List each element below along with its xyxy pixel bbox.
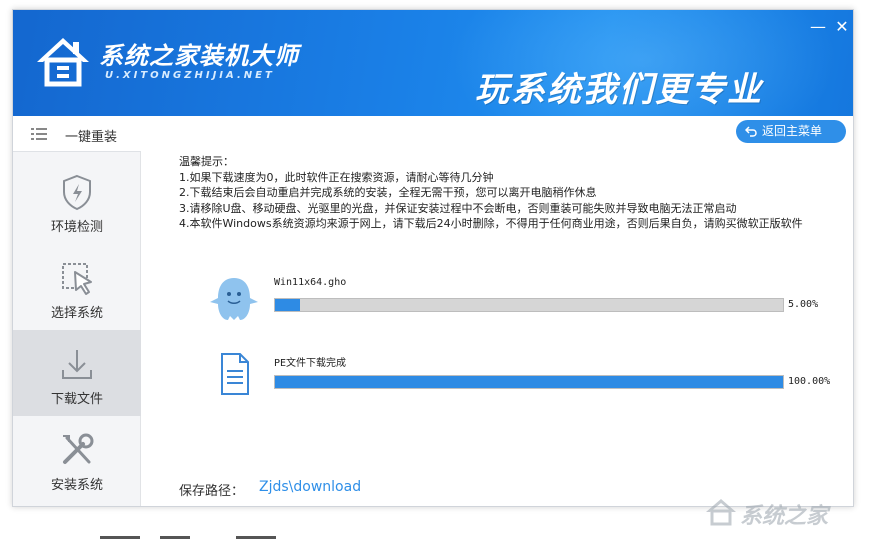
download-row-system-image: Win11x64.gho 5.00% (208, 272, 828, 332)
brand-url: U.XITONGZHIJIA.NET (105, 70, 275, 81)
document-icon (221, 353, 249, 395)
notice-box: 温馨提示： 1.如果下载速度为0，此时软件正在搜索资源，请耐心等待几分钟 2.下… (179, 154, 803, 232)
slogan: 玩系统我们更专业 (475, 70, 763, 110)
sidebar-item-label: 选择系统 (50, 306, 103, 321)
header-banner: 系统之家装机大师 U.XITONGZHIJIA.NET 玩系统我们更专业 — ✕ (13, 10, 853, 116)
brand-name: 系统之家装机大师 (99, 42, 299, 70)
sidebar-header-label: 一键重装 (65, 130, 118, 145)
back-arrow-icon (745, 126, 757, 137)
cursor-select-icon (62, 263, 92, 295)
sidebar-header[interactable]: 一键重装 (13, 116, 141, 152)
taskbar-strip (0, 530, 870, 544)
download-row-pe-file: PE文件下载完成 100.00% (208, 348, 831, 408)
menu-icon (31, 128, 47, 140)
sidebar-item-select-system[interactable]: 选择系统 (13, 244, 141, 330)
notice-line: 2.下载结束后会自动重启并完成系统的安装，全程无需干预，您可以离开电脑稍作休息 (179, 186, 597, 199)
progress-bar (274, 375, 784, 389)
sidebar: 一键重装 环境检测 选择系统 下载文件 安装系统 (13, 116, 141, 506)
minimize-button[interactable]: — (807, 16, 829, 38)
watermark-logo-icon (706, 499, 736, 526)
back-button-label: 返回主菜单 (762, 124, 823, 138)
installer-window: 系统之家装机大师 U.XITONGZHIJIA.NET 玩系统我们更专业 — ✕… (12, 9, 854, 507)
download-icon (62, 350, 92, 379)
save-path-label: 保存路径： (179, 484, 245, 499)
save-path-link[interactable]: Zjds\download (259, 479, 361, 495)
main-panel: 返回主菜单 温馨提示： 1.如果下载速度为0，此时软件正在搜索资源，请耐心等待几… (142, 116, 853, 506)
progress-bar (274, 298, 784, 312)
close-button[interactable]: ✕ (831, 16, 853, 38)
sidebar-item-env-check[interactable]: 环境检测 (13, 158, 141, 244)
notice-line: 3.请移除U盘、移动硬盘、光驱里的光盘，并保证安装过程中不会断电，否则重装可能失… (179, 201, 737, 215)
shield-icon (63, 174, 91, 211)
watermark-text: 系统之家 (740, 504, 829, 529)
tools-icon (63, 433, 94, 464)
sidebar-item-download-files[interactable]: 下载文件 (13, 330, 141, 416)
sidebar-item-label: 安装系统 (50, 478, 103, 493)
notice-title: 温馨提示： (179, 155, 234, 168)
notice-line: 4.本软件Windows系统资源均来源于网上，请下载后24小时删除，不得用于任何… (179, 217, 803, 230)
watermark: 系统之家 (700, 494, 860, 530)
sidebar-item-label: 下载文件 (50, 392, 103, 407)
file-name: Win11x64.gho (274, 277, 347, 288)
progress-fill (275, 376, 783, 388)
progress-fill (275, 299, 301, 311)
progress-percent: 5.00% (788, 299, 819, 310)
sidebar-item-install-system[interactable]: 安装系统 (13, 416, 141, 502)
sidebar-item-label: 环境检测 (50, 220, 103, 235)
back-to-menu-button[interactable]: 返回主菜单 (736, 120, 846, 143)
ghost-icon (210, 278, 258, 320)
file-name: PE文件下载完成 (274, 358, 347, 369)
progress-percent: 100.00% (788, 376, 831, 387)
house-logo-icon (37, 38, 89, 87)
notice-line: 1.如果下载速度为0，此时软件正在搜索资源，请耐心等待几分钟 (179, 170, 494, 184)
